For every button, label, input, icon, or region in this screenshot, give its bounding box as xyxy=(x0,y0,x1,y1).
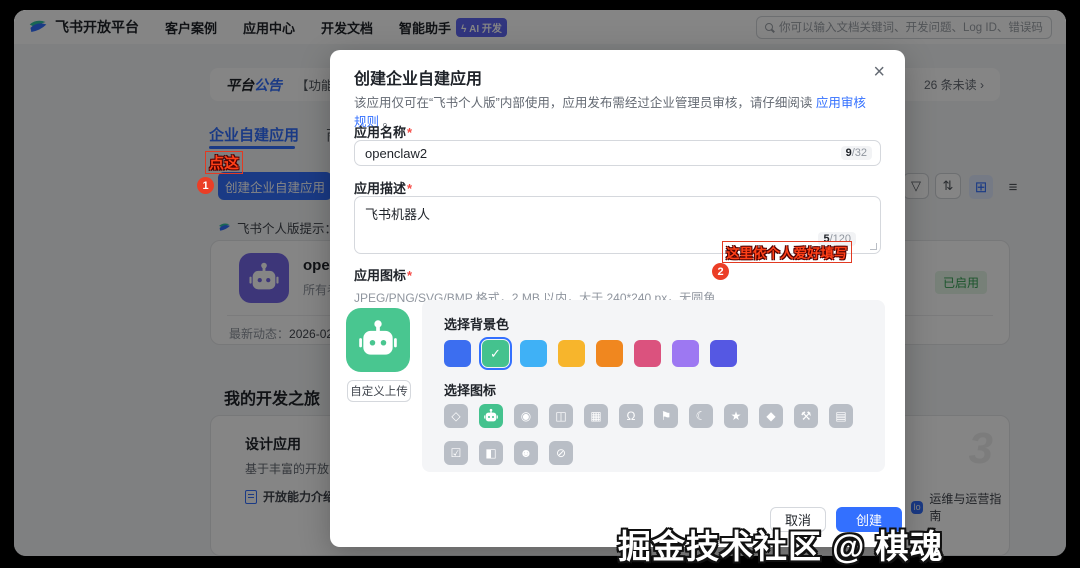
star-icon[interactable]: ★ xyxy=(724,404,748,428)
app-desc-label: 应用描述* xyxy=(354,181,413,196)
annotation-click-here: 点这 xyxy=(205,151,244,174)
moon-icon[interactable]: ☾ xyxy=(689,404,713,428)
app-icon-preview xyxy=(346,308,410,372)
shield-check-icon[interactable]: ☑ xyxy=(444,441,468,465)
check-icon: ✓ xyxy=(490,345,501,361)
users-icon[interactable]: ☻ xyxy=(514,441,538,465)
name-char-counter: 9/32 xyxy=(840,146,872,160)
location-pin-icon[interactable]: ◉ xyxy=(514,404,538,428)
app-name-input[interactable] xyxy=(365,145,841,161)
app-name-input-wrap: 9/32 xyxy=(354,140,881,166)
icon-grid: ◇ ◉ ◫ ▦ Ω ⚑ ☾ ★ ◆ ⚒ ▤ ☑ ◧ ☻ ⊘ xyxy=(444,404,864,465)
bg-color-label: 选择背景色 xyxy=(444,317,510,332)
create-app-modal: × 创建企业自建应用 该应用仅可在“飞书个人版”内部使用，应用发布需经过企业管理… xyxy=(330,50,905,547)
annotation-badge-2: 2 xyxy=(712,263,729,280)
modal-description: 该应用仅可在“飞书个人版”内部使用，应用发布需经过企业管理员审核，请仔细阅读 应… xyxy=(354,96,866,129)
briefcase-icon[interactable]: ▦ xyxy=(584,404,608,428)
app-icon-label: 应用图标* xyxy=(354,268,413,283)
tag-icon[interactable]: ◆ xyxy=(759,404,783,428)
code-icon[interactable]: ⊘ xyxy=(549,441,573,465)
wrench-icon[interactable]: ⚒ xyxy=(794,404,818,428)
annotation-badge-1: 1 xyxy=(197,177,214,194)
textarea-resize-handle[interactable] xyxy=(870,243,877,250)
bg-color-swatches: ✓ xyxy=(444,337,737,370)
bookmark-check-icon[interactable]: ⚑ xyxy=(654,404,678,428)
annotation-fill-preference: 这里依个人爱好填写 xyxy=(722,241,852,263)
layout-icon[interactable]: ◧ xyxy=(479,441,503,465)
robot-icon[interactable] xyxy=(479,404,503,428)
bg-color-swatch-amber[interactable] xyxy=(558,340,585,367)
icon-picker-panel: 选择背景色 ✓ 选择图标 ◇ ◉ ◫ ▦ Ω ⚑ ☾ ★ ◆ ⚒ ▤ ☑ ◧ ☻ ⊘ xyxy=(422,300,885,472)
bg-color-swatch-orange[interactable] xyxy=(596,340,623,367)
cube-icon[interactable]: ◇ xyxy=(444,404,468,428)
document-icon[interactable]: ▤ xyxy=(829,404,853,428)
app-name-label: 应用名称* xyxy=(354,125,413,140)
bell-icon[interactable]: Ω xyxy=(619,404,643,428)
bg-color-swatch-blue[interactable] xyxy=(444,340,471,367)
bg-color-swatch-sky-blue[interactable] xyxy=(520,340,547,367)
watermark-text: 掘金技术社区 @ 棋魂 xyxy=(618,528,944,565)
modal-title: 创建企业自建应用 xyxy=(354,71,483,88)
close-icon[interactable]: × xyxy=(873,62,885,82)
icon-select-label: 选择图标 xyxy=(444,383,497,398)
bg-color-swatch-rose[interactable] xyxy=(634,340,661,367)
robot-icon xyxy=(484,408,498,422)
book-icon[interactable]: ◫ xyxy=(549,404,573,428)
bg-color-swatch-purple[interactable] xyxy=(672,340,699,367)
robot-icon xyxy=(359,320,397,355)
custom-upload-button[interactable]: 自定义上传 xyxy=(347,380,411,402)
app-window: 飞书开放平台 客户案例 应用中心 开发文档 智能助手 ϟ AI 开发 你可以输入… xyxy=(14,10,1066,556)
bg-color-swatch-green[interactable]: ✓ xyxy=(479,337,512,370)
bg-color-swatch-indigo[interactable] xyxy=(710,340,737,367)
